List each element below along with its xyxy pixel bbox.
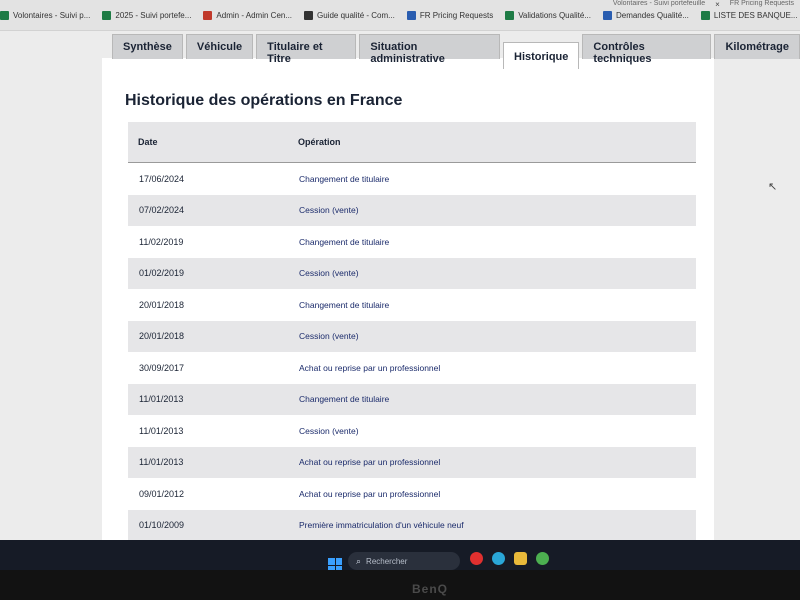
table-row: 11/01/2013 Cession (vente): [128, 415, 696, 447]
form-icon: [602, 10, 612, 20]
cell-date: 01/02/2019: [139, 268, 185, 279]
close-icon[interactable]: ×: [715, 0, 720, 9]
cell-date: 20/01/2018: [139, 299, 185, 310]
cell-operation: Achat ou reprise par un professionnel: [299, 362, 441, 373]
table-row: 11/01/2013 Achat ou reprise par un profes…: [128, 446, 696, 478]
tab-kilometrage[interactable]: Kilométrage: [714, 34, 800, 59]
spreadsheet-icon: [700, 10, 710, 20]
bookmark-item[interactable]: 2025 - Suivi portefe...: [102, 10, 192, 20]
cell-date: 11/01/2013: [139, 394, 184, 405]
bookmark-label: LISTE DES BANQUE...: [713, 10, 798, 20]
cell-operation: Cession (vente): [299, 268, 359, 279]
spreadsheet-icon: [0, 10, 9, 20]
bookmark-item[interactable]: Guide qualité - Com...: [304, 10, 395, 20]
taskbar-search[interactable]: ⌕ Rechercher: [348, 552, 460, 570]
table-row: 30/09/2017 Achat ou reprise par un profes…: [128, 352, 696, 384]
cell-date: 11/02/2019: [139, 236, 184, 247]
mouse-cursor-icon: ↖: [768, 181, 778, 193]
search-icon: ⌕: [356, 555, 362, 566]
table-row: 20/01/2018 Cession (vente): [128, 320, 696, 352]
cell-date: 20/01/2018: [139, 331, 185, 342]
bookmark-label: Demandes Qualité...: [615, 10, 689, 20]
cell-date: 09/01/2012: [139, 488, 185, 499]
window-tabs: Volontaires - Suivi portefeuille × FR Pr…: [613, 0, 794, 9]
cell-operation: Première immatriculation d'un véhicule n…: [299, 520, 464, 531]
page-title: Historique des opérations en France: [125, 92, 403, 109]
bookmark-item[interactable]: Validations Qualité...: [505, 10, 591, 20]
history-table: Date Opération 17/06/2024 Changement de t…: [128, 122, 696, 541]
cell-operation: Cession (vente): [299, 205, 359, 216]
table-row: 17/06/2024 Changement de titulaire: [128, 163, 696, 195]
cell-date: 30/09/2017: [139, 362, 185, 373]
spreadsheet-icon: [102, 10, 112, 20]
table-row: 09/01/2012 Achat ou reprise par un profes…: [128, 478, 696, 510]
table-header: Date Opération: [128, 122, 696, 163]
table-row: 11/01/2013 Changement de titulaire: [128, 383, 696, 415]
tab-synthese[interactable]: Synthèse: [112, 34, 183, 59]
cell-operation: Changement de titulaire: [299, 236, 390, 247]
cell-operation: Cession (vente): [299, 331, 359, 342]
tab-bar: Synthèse Véhicule Titulaire et Titre Sit…: [112, 34, 800, 69]
monitor-brand: BenQ: [412, 582, 449, 596]
column-header-date: Date: [138, 137, 158, 147]
cell-operation: Changement de titulaire: [299, 299, 390, 310]
tab-situation-administrative[interactable]: Situation administrative: [359, 34, 500, 65]
tab-vehicule[interactable]: Véhicule: [185, 34, 254, 59]
admin-icon: [203, 10, 213, 20]
table-row: 20/01/2018 Changement de titulaire: [128, 289, 696, 321]
spreadsheet-icon: [505, 10, 515, 20]
form-icon: [406, 10, 416, 20]
monitor-bezel: [0, 570, 800, 600]
bookmark-item[interactable]: FR Pricing Requests: [406, 10, 494, 20]
cell-operation: Achat ou reprise par un professionnel: [299, 457, 441, 468]
cell-date: 11/01/2013: [139, 457, 184, 468]
table-row: 01/10/2009 Première immatriculation d'un …: [128, 509, 696, 541]
cell-date: 07/02/2024: [139, 205, 185, 216]
bookmark-item[interactable]: LISTE DES BANQUE...: [700, 10, 798, 20]
cell-operation: Changement de titulaire: [299, 173, 390, 184]
cell-operation: Changement de titulaire: [299, 394, 390, 405]
cell-date: 11/01/2013: [139, 425, 184, 436]
opera-icon[interactable]: [470, 552, 483, 565]
bookmark-label: FR Pricing Requests: [419, 10, 494, 20]
search-placeholder: Rechercher: [366, 556, 408, 566]
cell-date: 17/06/2024: [139, 173, 185, 184]
edge-icon[interactable]: [492, 552, 505, 565]
chrome-icon[interactable]: [536, 552, 549, 565]
folder-icon[interactable]: [514, 552, 527, 565]
cell-date: 01/10/2009: [139, 520, 185, 531]
tab-titulaire-et-titre[interactable]: Titulaire et Titre: [256, 34, 357, 65]
bookmark-item[interactable]: Admin - Admin Cen...: [203, 10, 293, 20]
table-row: 11/02/2019 Changement de titulaire: [128, 226, 696, 258]
table-row: 01/02/2019 Cession (vente): [128, 257, 696, 289]
doc-icon: [304, 10, 314, 20]
tab-historique[interactable]: Historique: [503, 42, 580, 69]
table-row: 07/02/2024 Cession (vente): [128, 194, 696, 226]
window-tab[interactable]: FR Pricing Requests: [730, 0, 794, 9]
cell-operation: Achat ou reprise par un professionnel: [299, 488, 441, 499]
table-body: 17/06/2024 Changement de titulaire 07/02/2…: [128, 163, 696, 541]
bookmark-label: Volontaires - Suivi p...: [13, 10, 91, 20]
bookmark-item[interactable]: Demandes Qualité...: [602, 10, 689, 20]
bookmark-label: Validations Qualité...: [518, 10, 591, 20]
bookmark-label: Admin - Admin Cen...: [216, 10, 293, 20]
cell-operation: Cession (vente): [299, 425, 359, 436]
bookmark-label: Guide qualité - Com...: [317, 10, 395, 20]
tab-controles-techniques[interactable]: Contrôles techniques: [582, 34, 712, 65]
bookmark-label: 2025 - Suivi portefe...: [115, 10, 192, 20]
column-header-operation: Opération: [298, 137, 341, 147]
screen: Volontaires - Suivi p... 2025 - Suivi por…: [0, 0, 800, 560]
window-tab[interactable]: Volontaires - Suivi portefeuille: [613, 0, 705, 9]
bookmark-item[interactable]: Volontaires - Suivi p...: [0, 10, 91, 20]
